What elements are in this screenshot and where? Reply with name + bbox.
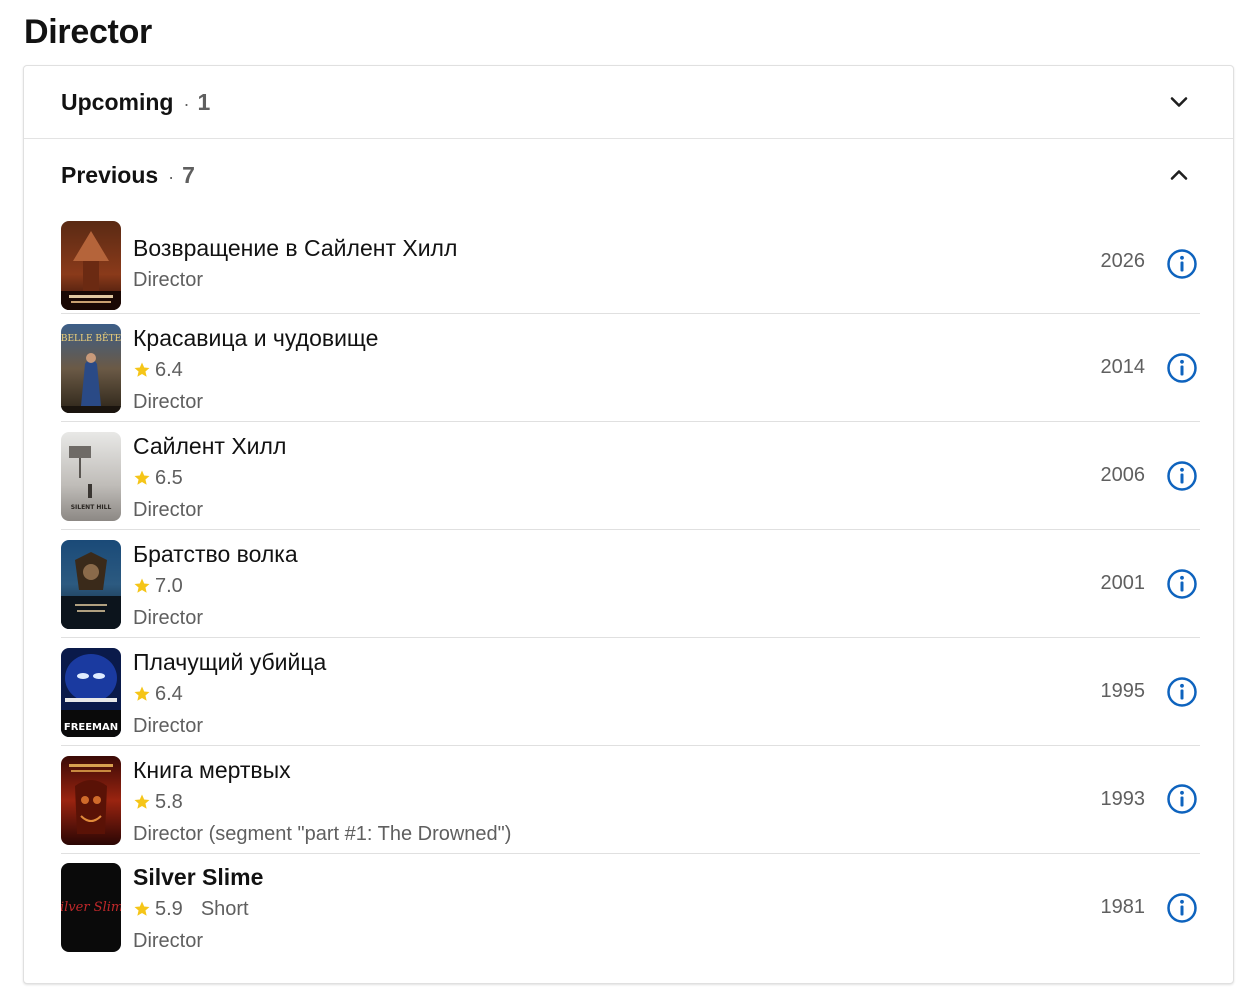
rating-value: 6.4 xyxy=(155,359,183,381)
film-rating: 7.0 xyxy=(133,570,298,602)
star-icon xyxy=(134,470,150,485)
info-icon[interactable] xyxy=(1166,568,1198,600)
rating-value: 5.9 xyxy=(155,898,183,920)
rating-value: 7.0 xyxy=(155,575,183,597)
poster-title-text: Silver Slime xyxy=(61,900,121,915)
film-role: Director xyxy=(133,715,204,737)
film-info: Возвращение в Сайлент Хилл Director xyxy=(133,232,457,296)
film-role: Director (segment "part #1: The Drowned"… xyxy=(133,823,512,845)
separator-dot: · xyxy=(183,94,190,114)
film-row[interactable]: FREEMAN Плачущий убийца 6.4 Director 199… xyxy=(61,638,1200,746)
star-icon xyxy=(134,362,150,377)
film-role: Director xyxy=(133,391,204,413)
film-role: Director xyxy=(133,930,204,952)
info-icon[interactable] xyxy=(1166,676,1198,708)
upcoming-count: 1 xyxy=(197,89,211,115)
film-info: Сайлент Хилл 6.5 Director xyxy=(133,430,286,526)
film-role: Director xyxy=(133,269,204,291)
upcoming-label: Upcoming xyxy=(61,89,174,115)
film-info: Книга мертвых 5.8 Director (segment "par… xyxy=(133,754,511,850)
star-icon xyxy=(134,686,150,701)
filmography-card: Upcoming · 1 Previous · 7 Возвращение в … xyxy=(23,65,1234,984)
film-rating: 5.9 Short xyxy=(133,893,263,925)
rating-value: 5.8 xyxy=(155,791,183,813)
previous-count: 7 xyxy=(182,162,195,188)
film-type: Short xyxy=(200,898,249,920)
film-info: Братство волка 7.0 Director xyxy=(133,538,298,634)
chevron-down-icon[interactable] xyxy=(1167,90,1191,114)
poster-image[interactable]: BELLE BÊTE xyxy=(61,324,121,413)
poster-image[interactable] xyxy=(61,756,121,845)
film-title[interactable]: Книга мертвых xyxy=(133,754,511,786)
info-icon[interactable] xyxy=(1166,352,1198,384)
poster-image[interactable]: Silver Slime xyxy=(61,863,121,952)
star-icon xyxy=(134,794,150,809)
film-title[interactable]: Братство волка xyxy=(133,538,298,570)
info-icon[interactable] xyxy=(1166,783,1198,815)
film-title[interactable]: Сайлент Хилл xyxy=(133,430,286,462)
film-year: 1993 xyxy=(1100,788,1146,810)
previous-section-header[interactable]: Previous · 7 xyxy=(24,139,1233,211)
film-row[interactable]: SILENT HILL Сайлент Хилл 6.5 Director 20… xyxy=(61,422,1200,530)
previous-label-group: Previous · 7 xyxy=(61,139,195,213)
film-row[interactable]: BELLE BÊTE Красавица и чудовище 6.4 Dire… xyxy=(61,314,1200,422)
film-role: Director xyxy=(133,607,204,629)
poster-image[interactable] xyxy=(61,221,121,310)
film-year: 1995 xyxy=(1100,680,1146,702)
film-title[interactable]: Плачущий убийца xyxy=(133,646,326,678)
film-rating: 6.4 xyxy=(133,678,326,710)
rating-value: 6.4 xyxy=(155,683,183,705)
film-row[interactable]: Книга мертвых 5.8 Director (segment "par… xyxy=(61,746,1200,854)
film-row[interactable]: Silver Slime Silver Slime 5.9 Short Dire… xyxy=(61,854,1200,964)
info-icon[interactable] xyxy=(1166,892,1198,924)
film-info: Silver Slime 5.9 Short Director xyxy=(133,861,263,957)
film-row[interactable]: Возвращение в Сайлент Хилл Director 2026 xyxy=(61,216,1200,314)
film-year: 2001 xyxy=(1100,572,1146,594)
film-title[interactable]: Красавица и чудовище xyxy=(133,322,378,354)
film-rating: 6.4 xyxy=(133,354,378,386)
film-year: 2014 xyxy=(1100,356,1146,378)
rating-value: 6.5 xyxy=(155,467,183,489)
film-info: Красавица и чудовище 6.4 Director xyxy=(133,322,378,418)
separator-dot: · xyxy=(168,167,175,187)
film-year: 1981 xyxy=(1100,896,1146,918)
info-icon[interactable] xyxy=(1166,248,1198,280)
film-role: Director xyxy=(133,499,204,521)
poster-image[interactable]: SILENT HILL xyxy=(61,432,121,521)
film-title[interactable]: Silver Slime xyxy=(133,861,263,893)
film-year: 2026 xyxy=(1100,250,1146,272)
info-icon[interactable] xyxy=(1166,460,1198,492)
poster-title-text: SILENT HILL xyxy=(71,504,112,511)
film-year: 2006 xyxy=(1100,464,1146,486)
poster-title-text: BELLE BÊTE xyxy=(61,332,121,344)
film-row[interactable]: Братство волка 7.0 Director 2001 xyxy=(61,530,1200,638)
film-rating: 5.8 xyxy=(133,786,511,818)
poster-image[interactable]: FREEMAN xyxy=(61,648,121,737)
upcoming-label-group: Upcoming · 1 xyxy=(61,66,210,140)
page-title: Director xyxy=(24,13,152,51)
star-icon xyxy=(134,901,150,916)
poster-title-text: FREEMAN xyxy=(64,722,118,733)
film-info: Плачущий убийца 6.4 Director xyxy=(133,646,326,742)
upcoming-section-header[interactable]: Upcoming · 1 xyxy=(24,66,1233,138)
film-title[interactable]: Возвращение в Сайлент Хилл xyxy=(133,232,457,264)
poster-image[interactable] xyxy=(61,540,121,629)
film-rating: 6.5 xyxy=(133,462,286,494)
chevron-up-icon[interactable] xyxy=(1167,163,1191,187)
previous-label: Previous xyxy=(61,162,159,188)
star-icon xyxy=(134,578,150,593)
